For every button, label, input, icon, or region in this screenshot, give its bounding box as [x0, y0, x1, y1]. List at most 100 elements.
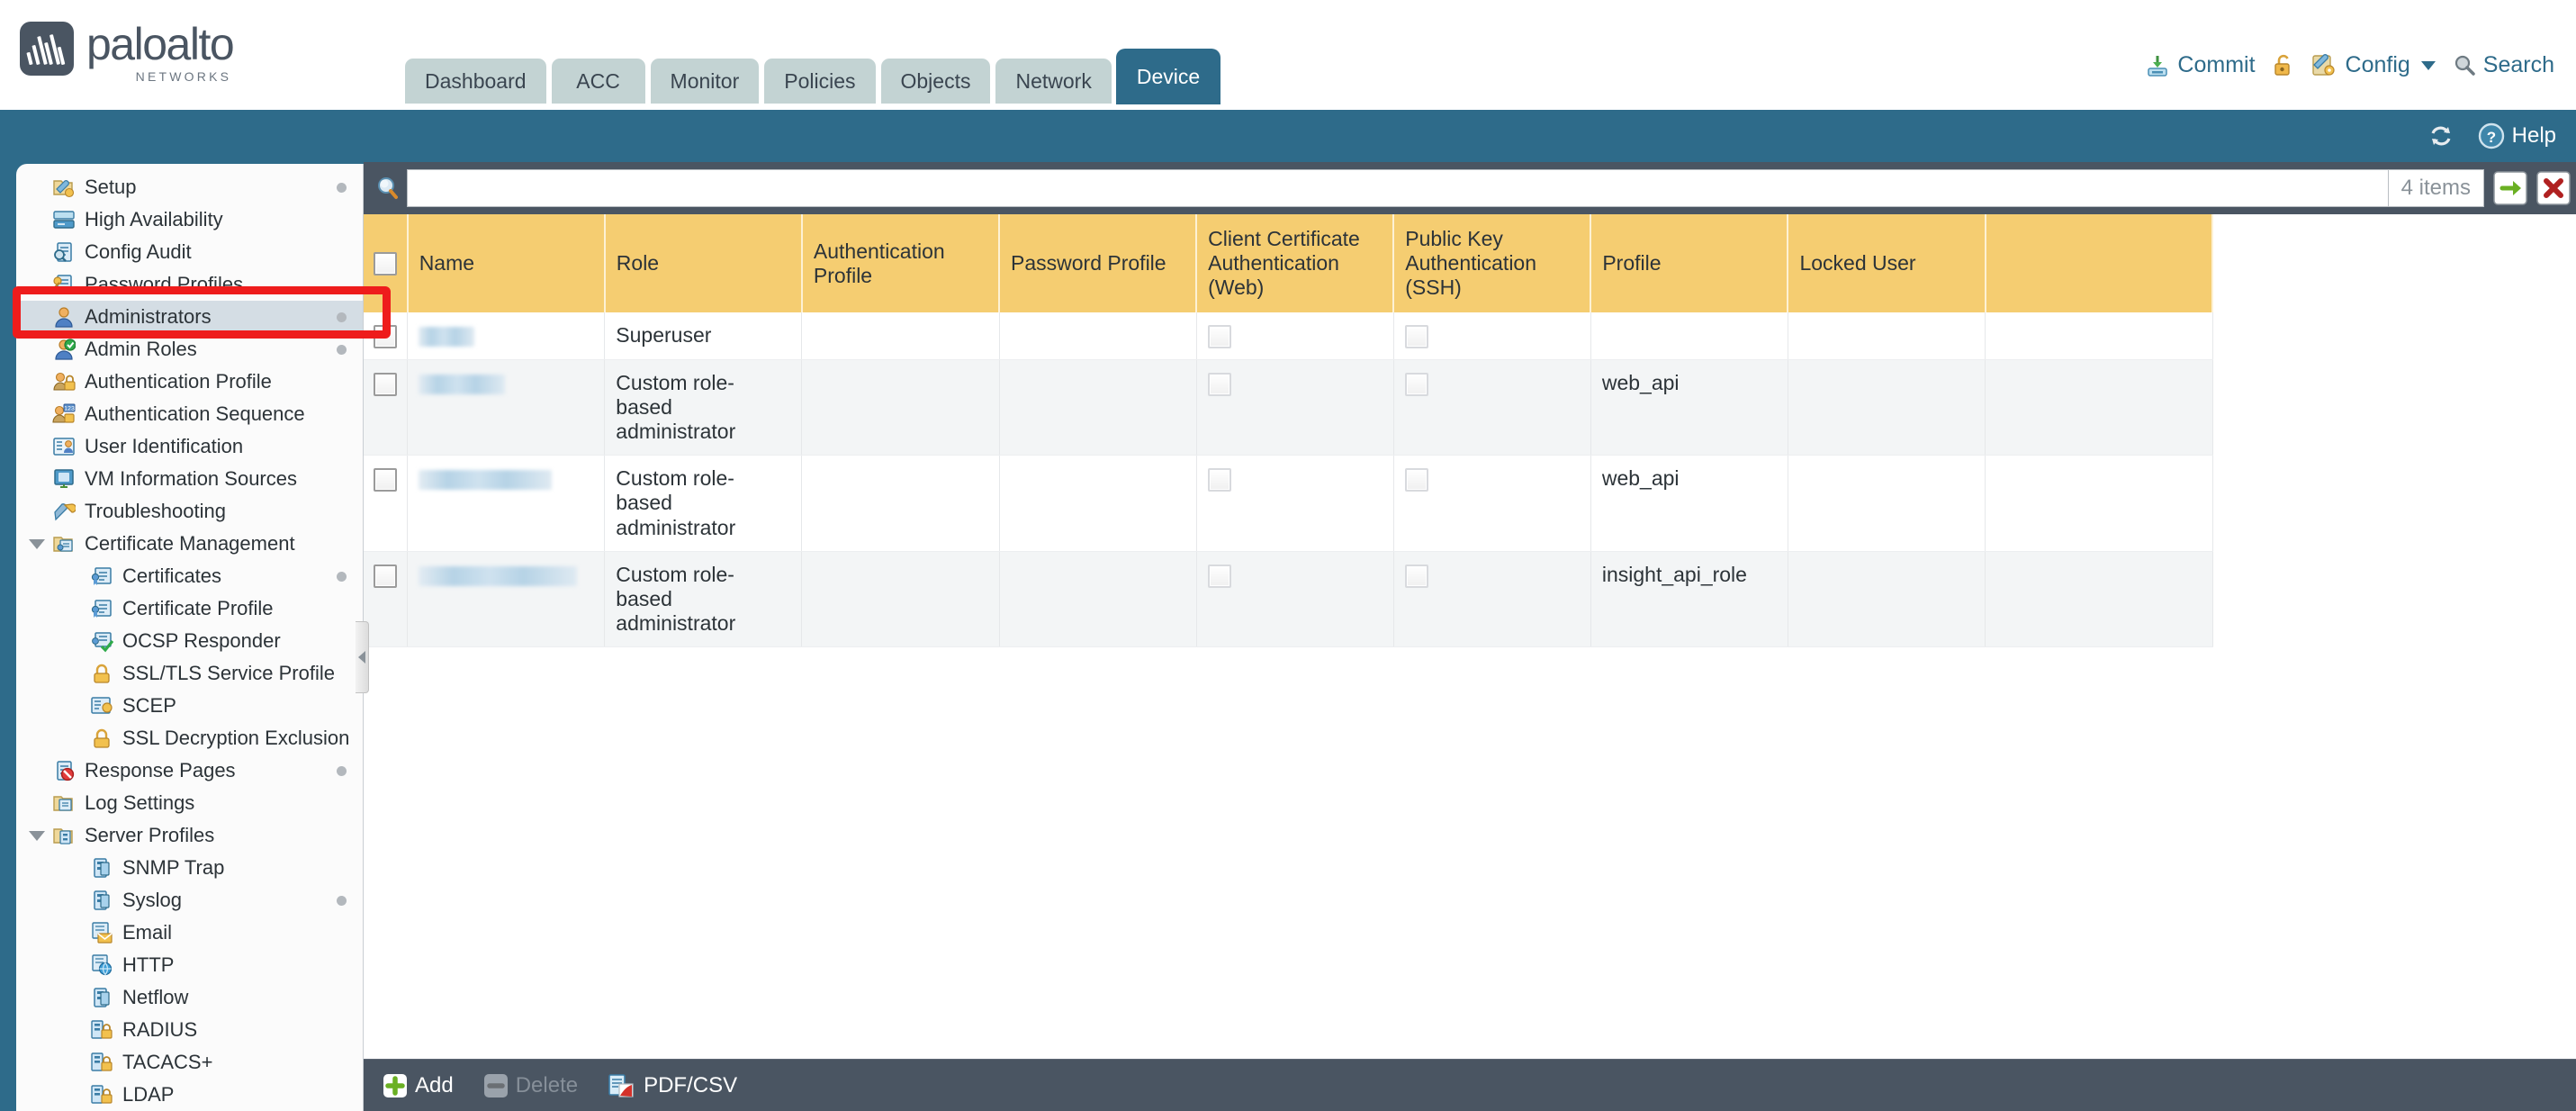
sidebar-collapse-handle[interactable]	[356, 621, 369, 693]
cell-locked-user	[1788, 456, 1985, 551]
device-sidebar-nav: SetupHigh AvailabilityConfig AuditPasswo…	[16, 164, 364, 1111]
sidebar-item-admin-roles[interactable]: Admin Roles	[16, 333, 363, 366]
cell-client-cert-auth-web	[1196, 456, 1393, 551]
sidebar-item-log-settings[interactable]: Log Settings	[16, 787, 363, 819]
sidebar-item-certificate-profile[interactable]: Certificate Profile	[16, 592, 363, 625]
search-input[interactable]	[407, 169, 2389, 207]
public-key-auth-checkbox[interactable]	[1405, 373, 1428, 396]
sidebar-item-vm-information-sources[interactable]: VM Information Sources	[16, 463, 363, 495]
table-row[interactable]: Superuser	[364, 312, 2212, 359]
commit-button[interactable]: Commit	[2145, 52, 2255, 78]
sidebar-item-syslog[interactable]: Syslog	[16, 884, 363, 917]
row-select-checkbox[interactable]	[374, 468, 397, 492]
client-cert-auth-checkbox[interactable]	[1208, 565, 1231, 588]
column-header-client-cert-auth-web[interactable]: Client Certificate Authentication (Web)	[1196, 214, 1393, 312]
column-header-name[interactable]: Name	[408, 214, 605, 312]
config-menu[interactable]: Config	[2311, 52, 2436, 78]
column-header-locked-user[interactable]: Locked User	[1788, 214, 1985, 312]
apply-filter-button[interactable]	[2493, 171, 2527, 205]
sidebar-item-ssl-decryption-exclusion[interactable]: SSL Decryption Exclusion	[16, 722, 363, 754]
sidebar-item-snmp-trap[interactable]: SNMP Trap	[16, 852, 363, 884]
lock-button[interactable]	[2273, 53, 2294, 78]
client-cert-auth-checkbox[interactable]	[1208, 325, 1231, 348]
pdf-csv-export-icon	[608, 1073, 635, 1098]
expand-collapse-triangle-icon[interactable]	[29, 831, 45, 841]
table-row[interactable]: Custom role-based administratorweb_api	[364, 456, 2212, 551]
public-key-auth-checkbox[interactable]	[1405, 325, 1428, 348]
sidebar-item-setup[interactable]: Setup	[16, 171, 363, 203]
search-button[interactable]: Search	[2453, 52, 2554, 78]
sidebar-item-label: SNMP Trap	[122, 856, 224, 880]
tab-acc[interactable]: ACC	[552, 59, 645, 104]
sidebar-item-certificate-management[interactable]: Certificate Management	[16, 528, 363, 560]
tab-dashboard[interactable]: Dashboard	[405, 59, 546, 104]
table-row[interactable]: Custom role-based administratorweb_api	[364, 359, 2212, 455]
add-button[interactable]: Add	[383, 1073, 454, 1098]
help-button[interactable]: ? Help	[2478, 122, 2556, 149]
cell-locked-user	[1788, 359, 1985, 455]
sidebar-item-config-audit[interactable]: Config Audit	[16, 236, 363, 268]
cell-name	[408, 312, 605, 359]
client-cert-auth-checkbox[interactable]	[1208, 468, 1231, 492]
sidebar-item-tacacs[interactable]: TACACS+	[16, 1046, 363, 1079]
sidebar-item-http[interactable]: HTTP	[16, 949, 363, 981]
sidebar-item-response-pages[interactable]: Response Pages	[16, 754, 363, 787]
row-select-checkbox[interactable]	[374, 325, 397, 348]
pdf-csv-button[interactable]: PDF/CSV	[608, 1073, 737, 1098]
tab-monitor[interactable]: Monitor	[651, 59, 760, 104]
sidebar-item-status-dot	[337, 183, 347, 193]
tab-objects[interactable]: Objects	[881, 59, 991, 104]
tab-network[interactable]: Network	[995, 59, 1111, 104]
sidebar-item-scep[interactable]: SCEP	[16, 690, 363, 722]
sidebar-item-radius[interactable]: RADIUS	[16, 1014, 363, 1046]
cell-authentication-profile	[802, 312, 999, 359]
redacted-admin-name	[419, 375, 505, 394]
svg-text:?: ?	[2486, 129, 2495, 146]
sidebar-item-status-dot	[337, 572, 347, 582]
sidebar-item-ssl-tls-service-profile[interactable]: SSL/TLS Service Profile	[16, 657, 363, 690]
sidebar-item-ldap[interactable]: LDAP	[16, 1079, 363, 1111]
sidebar-item-email[interactable]: Email	[16, 917, 363, 949]
row-select-checkbox[interactable]	[374, 373, 397, 396]
public-key-auth-checkbox[interactable]	[1405, 565, 1428, 588]
help-question-icon: ?	[2478, 122, 2505, 149]
sidebar-item-password-profiles[interactable]: Password Profiles	[16, 268, 363, 301]
radius-lock-icon	[90, 1018, 113, 1042]
sidebar-item-server-profiles[interactable]: Server Profiles	[16, 819, 363, 852]
cell-locked-user	[1788, 312, 1985, 359]
sidebar-item-user-identification[interactable]: User Identification	[16, 430, 363, 463]
client-cert-auth-checkbox[interactable]	[1208, 373, 1231, 396]
public-key-auth-checkbox[interactable]	[1405, 468, 1428, 492]
expand-collapse-triangle-icon[interactable]	[29, 539, 45, 549]
row-select-checkbox[interactable]	[374, 565, 397, 588]
sidebar-item-ocsp-responder[interactable]: OCSP Responder	[16, 625, 363, 657]
refresh-button[interactable]	[2427, 122, 2454, 149]
sidebar-item-troubleshooting[interactable]: Troubleshooting	[16, 495, 363, 528]
row-select-cell	[364, 359, 408, 455]
clear-filter-button[interactable]	[2536, 171, 2571, 205]
column-header-public-key-auth-ssh[interactable]: Public Key Authentication (SSH)	[1393, 214, 1590, 312]
table-row[interactable]: Custom role-based administratorinsight_a…	[364, 551, 2212, 646]
sidebar-item-authentication-profile[interactable]: Authentication Profile	[16, 366, 363, 398]
select-all-checkbox[interactable]	[374, 252, 397, 275]
column-header-authentication-profile[interactable]: Authentication Profile	[802, 214, 999, 312]
tab-policies[interactable]: Policies	[764, 59, 875, 104]
column-header-password-profile[interactable]: Password Profile	[999, 214, 1196, 312]
column-header-role[interactable]: Role	[605, 214, 802, 312]
tab-device[interactable]: Device	[1117, 50, 1220, 104]
sidebar-item-status-dot	[337, 312, 347, 322]
table-body: SuperuserCustom role-based administrator…	[364, 312, 2212, 647]
column-header-profile[interactable]: Profile	[1590, 214, 1788, 312]
sidebar-item-high-availability[interactable]: High Availability	[16, 203, 363, 236]
sidebar-item-netflow[interactable]: Netflow	[16, 981, 363, 1014]
response-pages-icon	[52, 759, 76, 782]
main-nav-tabs: Dashboard ACC Monitor Policies Objects N…	[405, 50, 1220, 104]
sidebar-item-certificates[interactable]: Certificates	[16, 560, 363, 592]
sidebar-item-administrators[interactable]: Administrators	[16, 301, 363, 333]
sidebar-item-authentication-sequence[interactable]: 123Authentication Sequence	[16, 398, 363, 430]
admin-roles-icon	[52, 338, 76, 361]
sidebar-item-label: Netflow	[122, 986, 188, 1009]
cell-locked-user	[1788, 551, 1985, 646]
help-area: ? Help	[2427, 122, 2556, 149]
search-filter-icon[interactable]	[369, 169, 407, 207]
